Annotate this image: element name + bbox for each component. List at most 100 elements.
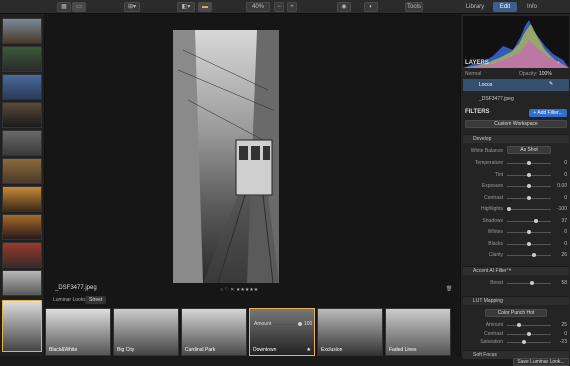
zoom-select[interactable]: 40% [246,2,270,12]
mask-icon[interactable]: ◐ [364,2,378,12]
brush-icon[interactable]: ✎ [549,81,553,87]
look-tile[interactable]: Black&White [45,308,111,356]
develop-row-value[interactable]: 0 [553,241,567,247]
add-filter-button[interactable]: + Add Filter... [529,109,567,117]
layer-row-selected[interactable]: Locos ✎ [463,79,569,91]
tab-info[interactable]: Info [520,2,544,12]
thumbnail[interactable] [2,214,42,240]
base-layer-name: _DSF3477.jpeg [479,96,514,102]
look-amount-slider[interactable] [272,322,302,326]
tab-library[interactable]: Library [460,2,490,12]
rating-controls[interactable]: ○ ♡ ✕ ★★★★★ [220,287,258,293]
lut-row-slider[interactable] [507,331,551,336]
slider-knob[interactable] [530,281,535,285]
develop-row-slider[interactable] [507,207,551,211]
develop-row-slider[interactable] [507,241,551,246]
develop-row-slider[interactable] [507,195,551,200]
slider-knob[interactable] [527,195,531,200]
lut-row-label: Contrast [484,330,503,337]
develop-row-slider[interactable] [507,161,551,165]
slider-knob[interactable] [527,161,531,165]
accent-boost-label: Boost [490,280,503,286]
develop-row-label: Temperature [474,160,503,166]
thumbnail[interactable] [2,242,42,268]
tab-edit[interactable]: Edit [493,2,517,12]
slider-knob[interactable] [534,218,539,223]
slider-knob[interactable] [507,207,511,211]
develop-row-value[interactable]: 0 [553,195,567,201]
lut-row-value[interactable]: 25 [553,322,567,328]
develop-row-value[interactable]: 37 [553,218,567,224]
save-look-button[interactable]: Save Luminar Look... [513,358,569,366]
lut-row-value[interactable]: 0 [553,331,567,337]
grid-view-button[interactable]: ▦ [57,2,71,12]
layer-name: Locos [479,82,493,88]
develop-row-slider[interactable] [507,218,551,223]
thumbnail-selected[interactable] [2,300,42,352]
lut-header[interactable]: LUT Mapping [463,296,569,305]
thumbnail[interactable] [2,186,42,212]
thumbnail[interactable] [2,130,42,156]
lut-preset-select[interactable]: Color Punch Hot [485,309,547,317]
slider-knob[interactable] [527,230,531,234]
develop-row-value[interactable]: 0.00 [553,183,567,189]
accent-header[interactable]: Accent AI Filter™ [463,266,569,275]
star-icon[interactable]: ★ [307,347,311,353]
photo-preview[interactable] [173,30,279,283]
tools-menu-button[interactable]: Tools [405,2,423,12]
slider-knob[interactable] [527,331,531,336]
lut-row-value[interactable]: -23 [553,339,567,345]
trash-icon[interactable]: 🗑 [446,286,452,292]
look-tile-selected[interactable]: Amount 100 Downtown ★ [249,308,315,356]
develop-row-slider[interactable] [507,253,551,257]
thumbnail[interactable] [2,158,42,184]
develop-row-label: Shadows [482,217,503,224]
lut-row-slider[interactable] [507,323,551,327]
filters-title: FILTERS [465,109,490,115]
single-view-button[interactable]: ▭ [72,2,86,12]
accent-boost-slider[interactable] [507,281,551,285]
develop-row-value[interactable]: 0 [553,172,567,178]
zoom-out-button[interactable]: − [274,2,284,12]
crop-menu-button[interactable]: ⊞▾ [124,2,140,12]
compare-button[interactable]: ◧▾ [177,2,195,12]
looks-label: Luminar Looks: [53,297,88,303]
develop-row-value[interactable]: 0 [553,229,567,235]
slider-knob[interactable] [522,340,527,344]
lut-row-slider[interactable] [507,340,551,344]
develop-row-slider[interactable] [507,172,551,177]
look-tile[interactable]: Big City [113,308,179,356]
slider-knob[interactable] [527,172,531,177]
white-balance-select[interactable]: As Shot [507,146,551,154]
look-tile[interactable]: Cardinal Park [181,308,247,356]
look-amount-label: Amount [254,321,272,327]
slider-knob[interactable] [527,184,531,188]
add-layer-icon[interactable]: + [557,60,560,66]
develop-row-slider[interactable] [507,230,551,234]
zoom-in-button[interactable]: + [287,2,297,12]
thumbnail[interactable] [2,102,42,128]
develop-row-value[interactable]: -100 [553,206,567,212]
slider-knob[interactable] [527,241,531,246]
slider-knob[interactable] [517,323,521,327]
develop-header[interactable]: Develop [463,134,569,143]
accent-boost-value[interactable]: 58 [553,280,567,286]
thumbnail[interactable] [2,46,42,72]
workspace-select[interactable]: Custom Workspace [465,120,567,128]
thumbnail[interactable] [2,74,42,100]
thumbnail[interactable] [2,270,42,296]
develop-row-slider[interactable] [507,184,551,188]
look-tile[interactable]: Faded Lines [385,308,451,356]
slider-knob[interactable] [532,253,537,257]
right-panel: LAYERS + Normal Opacity: 100% Locos ✎ _D… [460,14,570,366]
develop-row-value[interactable]: 26 [553,252,567,258]
looks-category-select[interactable]: Street [85,296,107,304]
blend-mode-select[interactable]: Normal [465,71,481,77]
before-after-button[interactable]: ▬ [198,2,212,12]
opacity-label: Opacity: [519,71,538,77]
look-tile[interactable]: Exclusion [317,308,383,356]
eye-icon[interactable]: ◉ [337,2,351,12]
develop-row-value[interactable]: 0 [553,160,567,166]
opacity-value[interactable]: 100% [539,71,552,77]
thumbnail[interactable] [2,18,42,44]
